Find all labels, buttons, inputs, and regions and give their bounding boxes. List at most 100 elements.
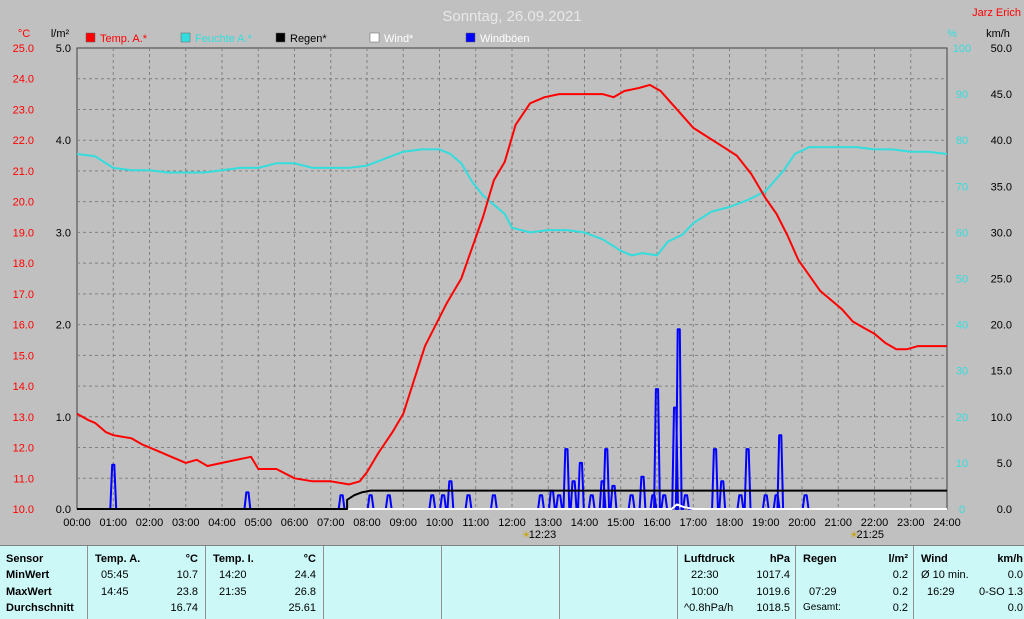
- tick-humidity: 100: [953, 43, 971, 55]
- legend-swatch-1: [180, 32, 191, 43]
- temp-a-header: Temp. A.: [95, 553, 141, 565]
- tick-temp: 25.0: [13, 43, 34, 55]
- legend-label-2: Regen*: [290, 33, 327, 45]
- tick-x: 08:00: [353, 517, 381, 529]
- gust-point: [112, 464, 114, 466]
- wind-unit: km/h: [997, 553, 1023, 565]
- tick-x: 10:00: [426, 517, 454, 529]
- gust-point: [573, 480, 575, 482]
- gust-point: [341, 494, 343, 496]
- tick-wind: 5.0: [997, 458, 1012, 470]
- tick-temp: 17.0: [13, 289, 34, 301]
- rain-total-label: Gesamt:: [803, 602, 841, 613]
- gust-point: [442, 494, 444, 496]
- tick-x: 05:00: [244, 517, 272, 529]
- rain-value-2: 0.2: [892, 586, 908, 598]
- tick-x: 06:00: [281, 517, 309, 529]
- tick-temp: 14.0: [13, 381, 34, 393]
- weather-chart: Sonntag, 26.09.2021 Jarz Erich Temp. A.*…: [0, 0, 1024, 545]
- col-empty-2: [441, 546, 560, 619]
- unit-temp: °C: [18, 28, 30, 40]
- legend-swatch-4: [465, 32, 476, 43]
- tick-humidity: 0: [959, 504, 965, 516]
- gust-point: [642, 476, 643, 478]
- temp-i-max-time: 21:35: [219, 586, 247, 598]
- col-empty-3: [559, 546, 678, 619]
- temp-a-max-time: 14:45: [101, 586, 129, 598]
- row-min-label: MinWert: [6, 569, 50, 581]
- gust-point: [580, 462, 582, 464]
- gust-point: [431, 494, 433, 496]
- tick-x: 23:00: [897, 517, 925, 529]
- legend-swatch-0: [85, 32, 96, 43]
- tick-x: 01:00: [99, 517, 127, 529]
- wind-value-3: 0.0: [1007, 602, 1023, 614]
- legend-label-0: Temp. A.*: [100, 33, 148, 45]
- tick-temp: 11.0: [13, 473, 34, 485]
- tick-x: 18:00: [716, 517, 744, 529]
- tick-humidity: 50: [956, 274, 968, 286]
- col-temp-a: Temp. A. °C 05:45 10.7 14:45 23.8 16.74: [87, 546, 206, 619]
- tick-temp: 13.0: [13, 412, 34, 424]
- tick-x: 14:00: [571, 517, 599, 529]
- temp-a-min-value: 10.7: [176, 569, 198, 581]
- tick-temp: 21.0: [13, 166, 34, 178]
- tick-temp: 15.0: [13, 350, 34, 362]
- tick-wind: 40.0: [991, 135, 1012, 147]
- rain-total-value: 0.2: [892, 602, 908, 614]
- sensor-header: Sensor: [6, 553, 44, 565]
- tick-temp: 24.0: [13, 74, 34, 86]
- temp-i-max-value: 26.8: [294, 586, 316, 598]
- gust-point: [468, 494, 469, 496]
- tick-x: 16:00: [643, 517, 671, 529]
- tick-wind: 10.0: [991, 412, 1012, 424]
- rain-value-1: 0.2: [892, 569, 908, 581]
- gust-point: [663, 494, 665, 496]
- pressure-min-value: 1017.4: [756, 569, 790, 581]
- legend-swatch-2: [275, 32, 286, 43]
- tick-rain: 0.0: [56, 504, 71, 516]
- pressure-min-time: 22:30: [691, 569, 719, 581]
- tick-wind: 20.0: [991, 320, 1012, 332]
- tick-x: 22:00: [861, 517, 889, 529]
- tick-x: 09:00: [389, 517, 417, 529]
- row-max-label: MaxWert: [6, 586, 52, 598]
- tick-temp: 18.0: [13, 258, 34, 270]
- col-wind: Wind km/h Ø 10 min. 0.0 16:29 0-SO 1.3 0…: [913, 546, 1024, 619]
- temp-i-unit: °C: [303, 553, 316, 565]
- gust-point: [631, 494, 633, 496]
- rain-unit: l/m²: [888, 553, 908, 565]
- tick-x: 20:00: [788, 517, 816, 529]
- gust-point: [674, 407, 676, 409]
- gust-point: [591, 494, 593, 496]
- wind-direction: 0-SO 1.3: [978, 586, 1023, 598]
- pressure-max-value: 1019.6: [756, 586, 790, 598]
- tick-rain: 4.0: [56, 135, 71, 147]
- unit-wind: km/h: [986, 28, 1010, 40]
- unit-rain: l/m²: [51, 28, 70, 40]
- tick-x: 12:00: [498, 517, 526, 529]
- legend-label-4: Windböen: [480, 33, 530, 45]
- tick-x: 24:00: [933, 517, 961, 529]
- gust-point: [656, 388, 658, 390]
- pressure-max-time: 10:00: [691, 586, 719, 598]
- pressure-unit: hPa: [769, 553, 790, 565]
- wind-header: Wind: [921, 553, 948, 565]
- temp-a-avg-value: 16.74: [170, 602, 198, 614]
- tick-temp: 23.0: [13, 104, 34, 116]
- tick-wind: 30.0: [991, 227, 1012, 239]
- tick-x: 02:00: [136, 517, 164, 529]
- tick-rain: 3.0: [56, 227, 71, 239]
- col-empty-1: [323, 546, 442, 619]
- gust-point: [388, 494, 390, 496]
- col-sensor: Sensor MinWert MaxWert Durchschnitt: [0, 546, 87, 619]
- wind-time: 16:29: [927, 586, 955, 598]
- sun-marker-label: 12:23: [529, 529, 557, 541]
- tick-x: 11:00: [462, 517, 489, 529]
- rain-time: 07:29: [809, 586, 837, 598]
- stats-table: Sensor MinWert MaxWert Durchschnitt Temp…: [0, 545, 1024, 619]
- tick-x: 19:00: [752, 517, 780, 529]
- temp-i-min-value: 24.4: [294, 569, 316, 581]
- gust-point: [605, 448, 607, 450]
- tick-rain: 1.0: [56, 412, 71, 424]
